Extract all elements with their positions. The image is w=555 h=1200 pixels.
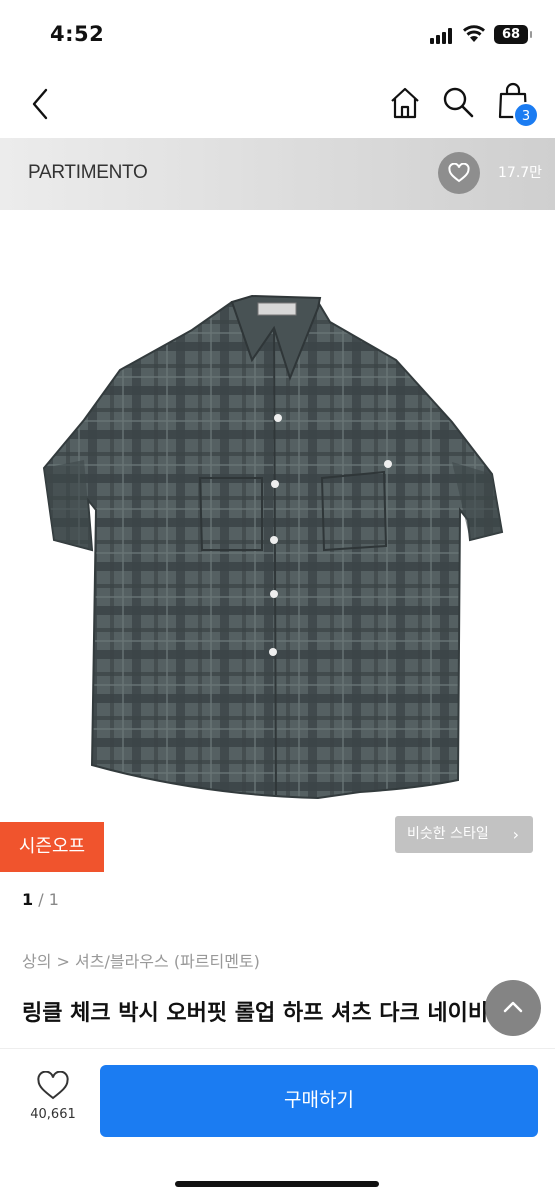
product-like-count: 40,661: [30, 1107, 76, 1122]
wifi-icon: [463, 25, 485, 42]
heart-icon: [448, 163, 470, 183]
back-icon[interactable]: [24, 86, 56, 122]
scroll-top-button[interactable]: [485, 980, 541, 1036]
brand-like-count: 17.7만: [498, 165, 543, 181]
arrow-up-icon: [503, 1001, 523, 1013]
season-off-badge: 시즌오프: [0, 822, 104, 872]
brand-name[interactable]: PARTIMENTO: [28, 162, 148, 184]
brand-like-button[interactable]: [438, 152, 480, 194]
battery-icon: 68: [494, 25, 532, 44]
chevron-right-icon: ›: [512, 825, 519, 844]
nav-bar: [0, 70, 555, 138]
similar-style-button[interactable]: 비슷한 스타일 ›: [395, 816, 533, 853]
home-indicator: [175, 1181, 379, 1187]
search-icon[interactable]: [441, 85, 475, 119]
shirt-illustration: [42, 294, 504, 800]
pager-total: / 1: [38, 890, 59, 909]
product-image[interactable]: [0, 210, 555, 830]
buy-button[interactable]: 구매하기: [100, 1065, 538, 1137]
similar-style-label: 비슷한 스타일: [407, 826, 489, 842]
heart-icon: [37, 1071, 69, 1100]
product-like-button[interactable]: 40,661: [18, 1071, 88, 1137]
home-icon[interactable]: [388, 86, 422, 120]
image-pager: 1 / 1: [22, 890, 59, 909]
product-title: 링클 체크 박시 오버핏 롤업 하프 셔츠 다크 네이비: [22, 1001, 489, 1026]
cart-count-badge[interactable]: 3: [513, 102, 539, 128]
pager-current: 1: [22, 890, 34, 909]
category-breadcrumb[interactable]: 상의 > 셔츠/블라우스 (파르티멘토): [22, 948, 260, 972]
status-bar: 4:52 68: [0, 0, 555, 70]
bottom-action-bar: 40,661 구매하기: [0, 1048, 555, 1200]
brand-bar[interactable]: PARTIMENTO 17.7만: [0, 138, 555, 210]
cellular-signal-icon: [430, 28, 456, 44]
status-time: 4:52: [50, 22, 105, 46]
